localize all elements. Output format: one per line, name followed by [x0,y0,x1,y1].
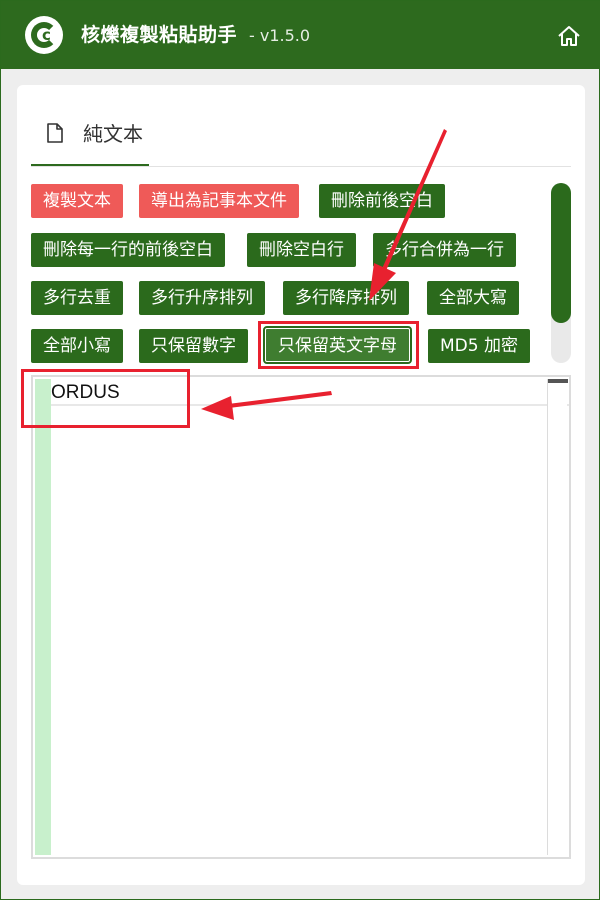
app-logo-letter: c [42,26,51,44]
trim-all-button[interactable]: 刪除前後空白 [319,184,445,218]
app-version: - v1.5.0 [249,26,311,45]
highlight-box-result [21,369,190,428]
md5-encrypt-button[interactable]: MD5 加密 [428,329,530,363]
trim-each-line-button[interactable]: 刪除每一行的前後空白 [31,233,225,267]
export-notepad-button[interactable]: 導出為記事本文件 [139,184,299,218]
document-icon [47,123,63,143]
tab-divider [31,166,571,167]
button-panel-scrollbar[interactable] [551,183,571,363]
copy-text-button[interactable]: 複製文本 [31,184,123,218]
sort-desc-button[interactable]: 多行降序排列 [283,281,409,315]
lowercase-button[interactable]: 全部小寫 [31,329,123,363]
text-editor[interactable]: ORDUS [31,375,571,859]
home-icon[interactable] [557,25,581,47]
app-logo-icon: c [25,16,63,54]
app-window: c 核爍複製粘貼助手 - v1.5.0 純文本 複製文本 導出為記事本文件 刪除… [0,0,600,900]
tab-plain-text[interactable]: 純文本 [31,119,149,167]
keep-digits-button[interactable]: 只保留數字 [139,329,248,363]
sort-asc-button[interactable]: 多行升序排列 [139,281,265,315]
uppercase-button[interactable]: 全部大寫 [427,281,519,315]
highlight-box-keep-letters [258,321,419,369]
merge-lines-button[interactable]: 多行合併為一行 [373,233,516,267]
app-title: 核爍複製粘貼助手 [81,24,238,46]
tab-label: 純文本 [83,122,143,146]
button-panel-scroll-thumb[interactable] [551,183,571,323]
remove-blank-lines-button[interactable]: 刪除空白行 [247,233,356,267]
editor-scrollbar[interactable] [547,379,568,855]
title-bar: c 核爍複製粘貼助手 - v1.5.0 [1,1,600,69]
editor-scroll-thumb[interactable] [548,379,568,383]
editor-gutter [35,379,51,855]
dedupe-lines-button[interactable]: 多行去重 [31,281,123,315]
